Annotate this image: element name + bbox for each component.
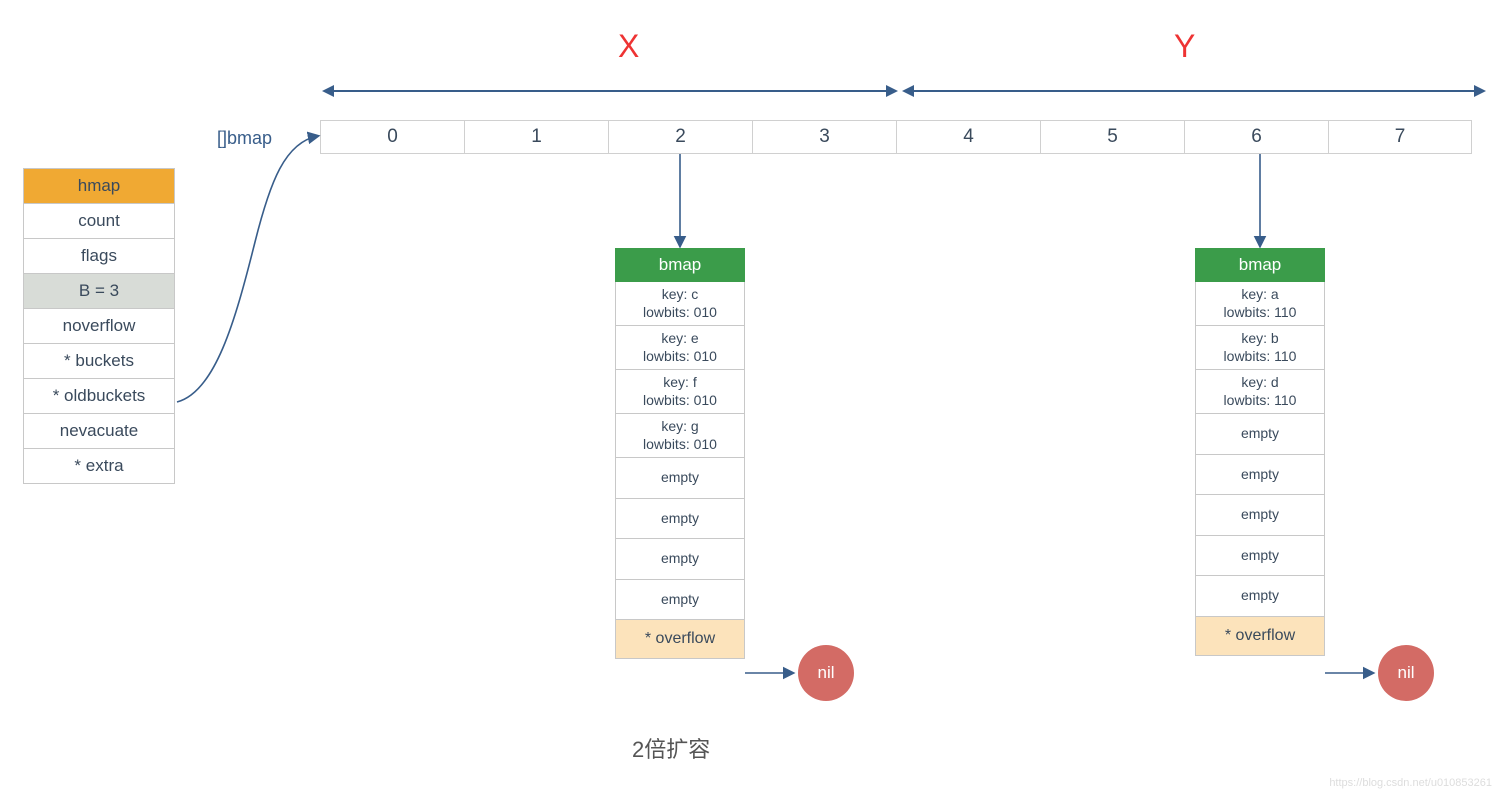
bmap-key-slot: key: g lowbits: 010 bbox=[615, 414, 745, 458]
overflow-x-to-nil-arrow bbox=[745, 665, 805, 685]
buckets-array-label: []bmap bbox=[217, 128, 272, 149]
buckets-pointer-curve bbox=[175, 122, 335, 412]
hmap-header-cell: hmap bbox=[24, 169, 175, 204]
y-range-arrow-left-icon bbox=[902, 85, 914, 97]
bmap-overflow-cell: * overflow bbox=[1195, 617, 1325, 656]
bmap-empty-slot: empty bbox=[1195, 414, 1325, 455]
hmap-field-cell: noverflow bbox=[24, 309, 175, 344]
buckets-array-row: 01234567 bbox=[320, 120, 1472, 154]
hmap-field-cell: count bbox=[24, 204, 175, 239]
hmap-struct-table: hmapcountflagsB = 3noverflow* buckets* o… bbox=[23, 168, 175, 484]
bmap-key-slot: key: e lowbits: 010 bbox=[615, 326, 745, 370]
diagram-caption: 2倍扩容 bbox=[632, 732, 710, 764]
bmap-empty-slot: empty bbox=[615, 499, 745, 540]
y-range-arrow-right-icon bbox=[1474, 85, 1486, 97]
bmap-header-cell: bmap bbox=[1195, 248, 1325, 282]
hmap-field-cell: * extra bbox=[24, 449, 175, 484]
range-y-label: Y bbox=[1174, 28, 1195, 65]
bmap-key-slot: key: f lowbits: 010 bbox=[615, 370, 745, 414]
overflow-y-to-nil-arrow bbox=[1325, 665, 1385, 685]
hmap-field-cell: nevacuate bbox=[24, 414, 175, 449]
bmap-key-slot: key: d lowbits: 110 bbox=[1195, 370, 1325, 414]
bmap-header-cell: bmap bbox=[615, 248, 745, 282]
bucket-index-cell: 2 bbox=[608, 120, 752, 154]
hmap-field-cell: * buckets bbox=[24, 344, 175, 379]
hmap-field-cell: * oldbuckets bbox=[24, 379, 175, 414]
watermark-text: https://blog.csdn.net/u010853261 bbox=[1329, 777, 1492, 789]
bucket-index-cell: 1 bbox=[464, 120, 608, 154]
hmap-field-cell: B = 3 bbox=[24, 274, 175, 309]
bucket-index-cell: 7 bbox=[1328, 120, 1472, 154]
hmap-field-cell: flags bbox=[24, 239, 175, 274]
bucket-index-cell: 6 bbox=[1184, 120, 1328, 154]
bmap-key-slot: key: b lowbits: 110 bbox=[1195, 326, 1325, 370]
bmap-empty-slot: empty bbox=[615, 458, 745, 499]
bmap-empty-slot: empty bbox=[615, 539, 745, 580]
x-range-arrow-right-icon bbox=[886, 85, 898, 97]
bmap-empty-slot: empty bbox=[1195, 455, 1325, 496]
bmap-key-slot: key: c lowbits: 010 bbox=[615, 282, 745, 326]
bmap-empty-slot: empty bbox=[1195, 576, 1325, 617]
range-x-label: X bbox=[618, 28, 639, 65]
nil-node-y: nil bbox=[1378, 645, 1434, 701]
x-range-arrow-left-icon bbox=[322, 85, 334, 97]
bucket-index-cell: 0 bbox=[320, 120, 464, 154]
bmap-empty-slot: empty bbox=[1195, 495, 1325, 536]
y-range-line bbox=[914, 90, 1474, 92]
nil-node-x: nil bbox=[798, 645, 854, 701]
bmap-empty-slot: empty bbox=[1195, 536, 1325, 577]
bucket-index-cell: 3 bbox=[752, 120, 896, 154]
bmap-empty-slot: empty bbox=[615, 580, 745, 621]
bucket2-to-bmap-arrow bbox=[676, 154, 696, 254]
bucket-index-cell: 5 bbox=[1040, 120, 1184, 154]
bucket-index-cell: 4 bbox=[896, 120, 1040, 154]
bucket-bmap-x: bmapkey: c lowbits: 010key: e lowbits: 0… bbox=[615, 248, 745, 659]
bmap-overflow-cell: * overflow bbox=[615, 620, 745, 659]
bucket-bmap-y: bmapkey: a lowbits: 110key: b lowbits: 1… bbox=[1195, 248, 1325, 656]
bmap-key-slot: key: a lowbits: 110 bbox=[1195, 282, 1325, 326]
x-range-line bbox=[334, 90, 886, 92]
bucket6-to-bmap-arrow bbox=[1256, 154, 1276, 254]
